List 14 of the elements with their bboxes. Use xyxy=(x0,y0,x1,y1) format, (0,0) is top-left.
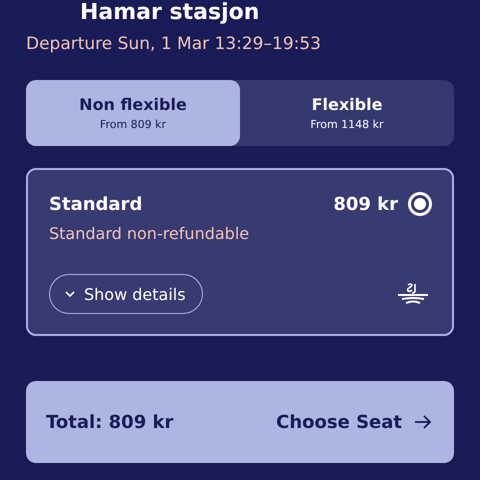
fare-type-tab[interactable]: Flexible From 1148 kr xyxy=(240,80,454,146)
choose-seat-button[interactable]: Total: 809 kr Choose Seat xyxy=(26,381,454,463)
show-details-button[interactable]: Show details xyxy=(49,274,203,314)
offer-description: Standard non-refundable xyxy=(49,224,250,243)
offer-name: Standard xyxy=(49,194,142,214)
arrow-right-icon xyxy=(414,415,432,429)
fare-type-tab[interactable]: Non flexible From 809 kr xyxy=(26,80,240,146)
train-logo-icon xyxy=(396,281,430,307)
radio-button[interactable] xyxy=(408,192,432,216)
station-title: Hamar stasjon xyxy=(79,0,260,26)
offer-card[interactable]: Standard 809 kr Standard non-refundable Show details xyxy=(26,168,454,336)
chevron-icon xyxy=(64,290,76,298)
departure-time: Departure Sun, 1 Mar 13:29–19:53 xyxy=(26,33,322,56)
offer-price: 809 kr xyxy=(333,194,398,214)
